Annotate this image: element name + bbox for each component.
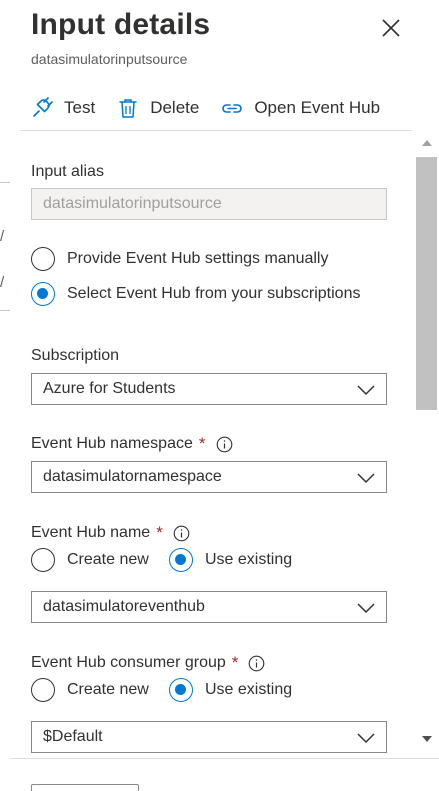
link-icon [221, 97, 243, 119]
radio-label: Provide Event Hub settings manually [67, 250, 329, 267]
close-icon [382, 19, 400, 37]
info-icon[interactable] [216, 436, 233, 453]
footer-divider [10, 758, 439, 759]
delete-button[interactable]: Delete [117, 97, 199, 119]
subscription-value: Azure for Students [43, 380, 176, 397]
close-button[interactable] [376, 13, 406, 43]
form-scroll-area: Input alias datasimulatorinputsource Pro… [10, 131, 439, 758]
radio-circle [31, 548, 55, 572]
scrollbar-thumb[interactable] [416, 157, 437, 410]
background-divider [0, 310, 10, 311]
namespace-label: Event Hub namespace * [31, 434, 233, 454]
trash-icon [117, 97, 139, 119]
panel-title: Input details [31, 8, 211, 41]
radio-label: Select Event Hub from your subscriptions [67, 285, 361, 302]
delete-label: Delete [150, 98, 200, 117]
eventhub-name-dropdown[interactable]: datasimulatoreventhub [31, 591, 387, 623]
chevron-down-icon [357, 385, 375, 396]
open-event-hub-button[interactable]: Open Event Hub [221, 97, 380, 119]
radio-circle [31, 678, 55, 702]
radio-circle-selected [169, 678, 193, 702]
vertical-scrollbar[interactable] [414, 131, 439, 758]
background-page-edge: / / [0, 0, 10, 791]
radio-label: Use existing [205, 681, 293, 698]
info-icon[interactable] [248, 655, 265, 672]
eventhub-name-value: datasimulatoreventhub [43, 598, 205, 615]
radio-select-from-subscriptions[interactable]: Select Event Hub from your subscriptions [31, 282, 360, 306]
background-divider [0, 182, 10, 183]
panel-subtitle: datasimulatorinputsource [31, 51, 188, 67]
command-bar: Test Delete Open Event Hub [31, 92, 402, 124]
scroll-up-arrow-icon[interactable] [414, 139, 439, 153]
radio-consumer-create-new[interactable]: Create new [31, 678, 149, 702]
plug-icon [31, 97, 53, 119]
input-alias-label: Input alias [31, 163, 104, 180]
required-asterisk: * [156, 523, 163, 542]
radio-provide-manually[interactable]: Provide Event Hub settings manually [31, 247, 328, 271]
subscription-dropdown[interactable]: Azure for Students [31, 373, 387, 405]
subscription-label: Subscription [31, 347, 120, 364]
info-icon[interactable] [173, 525, 190, 542]
save-button[interactable] [31, 784, 139, 791]
chevron-down-icon [357, 473, 375, 484]
input-details-panel: Input details datasimulatorinputsource T… [10, 0, 439, 791]
radio-eventhub-use-existing[interactable]: Use existing [169, 548, 292, 572]
radio-circle-selected [169, 548, 193, 572]
background-glyph: / [0, 274, 5, 291]
input-alias-field[interactable]: datasimulatorinputsource [31, 188, 387, 220]
chevron-down-icon [357, 733, 375, 744]
required-asterisk: * [198, 434, 206, 453]
radio-circle [31, 247, 55, 271]
radio-label: Use existing [205, 551, 293, 568]
namespace-dropdown[interactable]: datasimulatornamespace [31, 461, 387, 493]
namespace-value: datasimulatornamespace [43, 468, 222, 485]
radio-circle-selected [31, 282, 55, 306]
background-glyph: / [0, 228, 5, 245]
consumer-group-value: $Default [43, 728, 103, 745]
open-event-hub-label: Open Event Hub [254, 98, 381, 117]
radio-label: Create new [67, 551, 149, 568]
radio-label: Create new [67, 681, 149, 698]
consumer-group-label: Event Hub consumer group * [31, 653, 265, 673]
consumer-group-dropdown[interactable]: $Default [31, 721, 387, 753]
required-asterisk: * [231, 653, 239, 672]
scroll-down-arrow-icon[interactable] [414, 735, 439, 749]
chevron-down-icon [357, 603, 375, 614]
eventhub-name-label: Event Hub name * [31, 523, 190, 543]
radio-eventhub-create-new[interactable]: Create new [31, 548, 149, 572]
radio-consumer-use-existing[interactable]: Use existing [169, 678, 292, 702]
test-label: Test [64, 98, 96, 117]
test-button[interactable]: Test [31, 97, 95, 119]
